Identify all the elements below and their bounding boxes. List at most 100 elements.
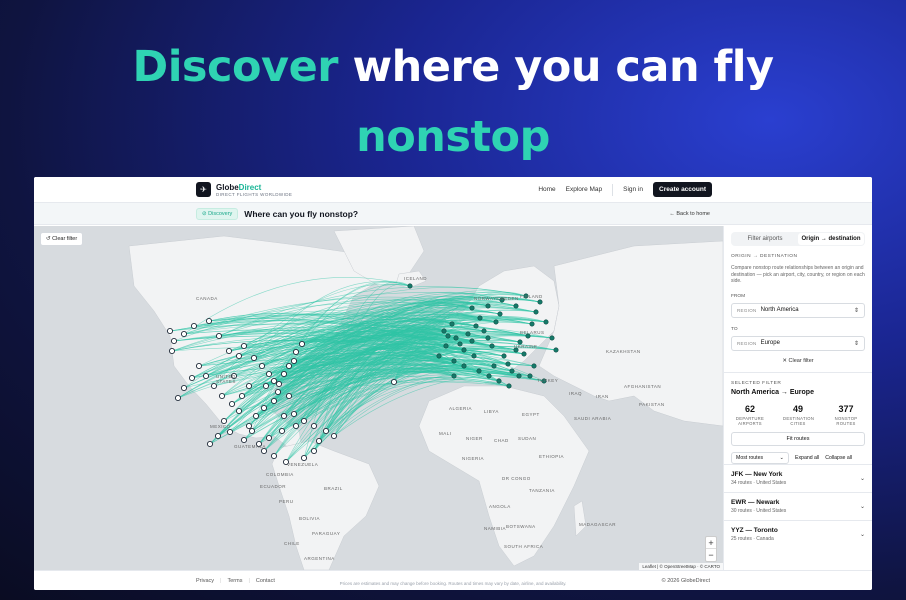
origin-airport-marker [280, 370, 288, 378]
origin-airport-marker [174, 394, 182, 402]
route-list-item[interactable]: YYZ — Toronto 25 routes · Canada ⌄ [724, 519, 872, 548]
destination-airport-marker [449, 321, 455, 327]
destination-airport-marker [453, 335, 459, 341]
destination-airport-marker [506, 383, 512, 389]
tab-filter-airports[interactable]: Filter airports [732, 233, 798, 245]
section-label: ORIGIN → DESTINATION [731, 254, 798, 259]
destination-airport-marker [521, 351, 527, 357]
footer: Privacy | Terms | Contact © 2026 GlobeDi… [34, 570, 872, 590]
map-label-brazil: BRAZIL [324, 486, 343, 491]
close-icon: ✕ [782, 357, 787, 364]
destination-airport-marker [489, 343, 495, 349]
map-label-guatemala: GUATEMALA [234, 444, 266, 449]
nav-home-link[interactable]: Home [538, 186, 555, 193]
destination-airport-marker [469, 338, 475, 344]
destination-airport-marker [493, 319, 499, 325]
brand-name: GlobeDirect [216, 182, 262, 192]
nav-explore-link[interactable]: Explore Map [566, 186, 603, 193]
map-label-sudan: SUDAN [518, 436, 537, 441]
origin-airport-marker [322, 427, 330, 435]
origin-airport-marker [280, 412, 288, 420]
hero-rest: where you can fly [337, 42, 774, 92]
map-label-ethiopia: ETHIOPIA [539, 454, 565, 459]
origin-airport-marker [220, 417, 228, 425]
map-label-norway: NORWAY [474, 296, 497, 301]
destination-airport-marker [451, 373, 457, 379]
route-map[interactable]: ICELAND CANADA UNITED STATES MEXICO GUAT… [34, 226, 723, 570]
destination-airport-marker [497, 311, 503, 317]
origin-airport-marker [298, 340, 306, 348]
map-label-angola: ANGOLA [489, 504, 511, 509]
origin-airport-marker [265, 434, 273, 442]
origin-airport-marker [292, 422, 300, 430]
origin-airport-marker [190, 322, 198, 330]
destination-airport-marker [529, 321, 535, 327]
destination-airport-marker [477, 315, 483, 321]
zoom-in-button[interactable]: + [706, 537, 716, 549]
tab-origin-destination[interactable]: Origin → destination [798, 233, 864, 245]
origin-airport-marker [270, 452, 278, 460]
map-canvas[interactable] [34, 226, 723, 570]
hero-title-line1: Discover where you can fly [0, 42, 906, 92]
map-label-niger: NIGER [466, 436, 483, 441]
destination-airport-marker [461, 347, 467, 353]
origin-airport-marker [270, 397, 278, 405]
destination-airport-marker [553, 347, 559, 353]
zoom-out-button[interactable]: − [706, 549, 716, 561]
from-select[interactable]: REGION North America ⇕ [731, 302, 865, 318]
stat-destination-cities: 49 DESTINATION CITIES [783, 403, 815, 426]
destination-airport-marker [543, 319, 549, 325]
destination-airport-marker [533, 309, 539, 315]
destination-airport-marker [513, 303, 519, 309]
route-list-item[interactable]: EWR — Newark 30 routes · United States ⌄ [724, 491, 872, 520]
map-label-bolivia: BOLIVIA [299, 516, 321, 521]
expand-all-button[interactable]: Expand all [795, 455, 819, 461]
create-account-button[interactable]: Create account [653, 182, 712, 197]
map-label-ecuador: ECUADOR [260, 484, 287, 489]
origin-airport-marker [260, 404, 268, 412]
origin-airport-marker [240, 342, 248, 350]
origin-airport-marker [262, 382, 270, 390]
destination-airport-marker [505, 361, 511, 367]
map-label-madagascar: MADAGASCAR [579, 522, 617, 527]
map-label-saudi-arabia: SAUDI ARABIA [574, 416, 612, 421]
sign-in-link[interactable]: Sign in [623, 186, 643, 193]
map-label-mali: MALI [439, 431, 452, 436]
destination-airport-marker [491, 363, 497, 369]
map-label-canada: CANADA [196, 296, 218, 301]
map-clear-filter-button[interactable]: ↺ Clear filter [40, 232, 84, 246]
zoom-control: + − [705, 536, 717, 562]
map-label-algeria: ALGERIA [449, 406, 473, 411]
map-label-ukraine: UKRAINE [514, 344, 538, 349]
destination-airport-marker [451, 358, 457, 364]
map-label-kazakhstan: KAZAKHSTAN [606, 349, 641, 354]
origin-airport-marker [390, 378, 398, 386]
origin-airport-marker [180, 330, 188, 338]
origin-airport-marker [248, 427, 256, 435]
origin-airport-marker [168, 347, 176, 355]
panel-clear-filter-button[interactable]: ✕ Clear filter [731, 358, 865, 364]
map-label-pakistan: PAKISTAN [639, 402, 665, 407]
route-list-item[interactable]: JFK — New York 34 routes · United States… [724, 463, 872, 492]
back-to-home-link[interactable]: ← Back to home [669, 211, 710, 217]
brand[interactable]: ✈ GlobeDirect DIRECT FLIGHTS WORLDWIDE [196, 182, 292, 197]
destination-airport-marker [407, 283, 413, 289]
map-attribution[interactable]: Leaflet | © OpenStreetMap · © CARTO [639, 563, 723, 570]
nav-divider [612, 183, 614, 196]
chevron-updown-icon: ⇕ [853, 340, 859, 347]
to-select[interactable]: REGION Europe ⇕ [731, 335, 865, 351]
sort-select[interactable]: Most routes ⌄ [731, 451, 789, 464]
map-label-colombia: COLOMBIA [266, 472, 294, 477]
map-label-united-states: UNITED STATES [216, 374, 236, 384]
origin-airport-marker [300, 454, 308, 462]
origin-airport-marker [290, 410, 298, 418]
map-label-afghanistan: AFGHANISTAN [624, 384, 662, 389]
collapse-all-button[interactable]: Collapse all [825, 455, 852, 461]
map-label-tanzania: TANZANIA [529, 488, 555, 493]
destination-airport-marker [549, 335, 555, 341]
fit-routes-button[interactable]: Fit routes [731, 431, 865, 446]
origin-airport-marker [235, 352, 243, 360]
origin-airport-marker [225, 347, 233, 355]
map-label-south-africa: SOUTH AFRICA [504, 544, 544, 549]
from-label: FROM [731, 293, 746, 299]
